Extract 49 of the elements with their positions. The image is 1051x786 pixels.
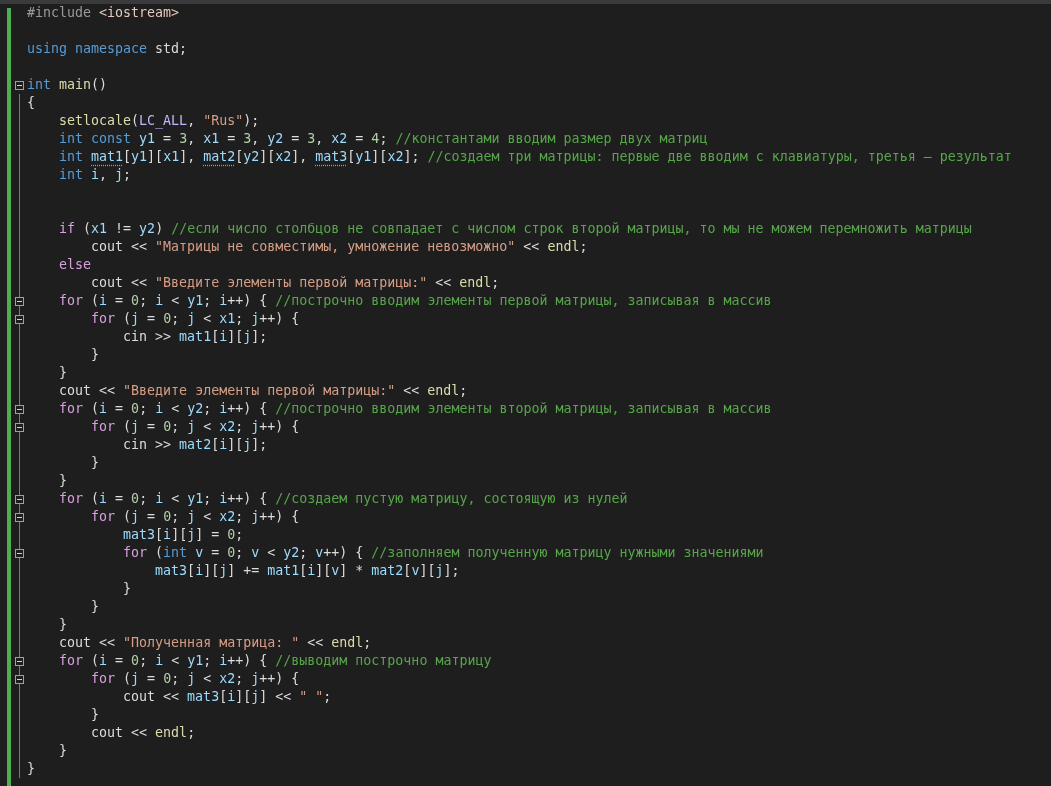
code-line: using namespace std; (27, 40, 188, 58)
code-line: } (90, 346, 100, 364)
code-line: for (i = 0; i < y1; i++) { //построчно вводим элементы первой матрицы, записывая в массив (58, 292, 772, 310)
code-line: cout << "Введите элементы первой матрицы:" << endl; (58, 382, 468, 400)
collapse-icon[interactable] (14, 422, 24, 432)
collapse-icon[interactable] (14, 314, 24, 324)
code-line: int i, j; (58, 166, 132, 184)
code-line: for (i = 0; i < y1; i++) { //выводим построчно матрицу (58, 652, 492, 670)
collapse-icon[interactable] (14, 296, 24, 306)
code-line: } (58, 616, 68, 634)
code-line: } (58, 742, 68, 760)
code-line: int const y1 = 3, x1 = 3, y2 = 3, x2 = 4; //константами вводим размер двух матриц (58, 130, 708, 148)
code-line: } (90, 454, 100, 472)
code-line: if (x1 != y2) //если число столбцов не совпадает с числом строк второй матрицы, то мы не можем перемножить матрицы (58, 220, 972, 238)
code-line: int main() (27, 76, 108, 94)
code-line: } (90, 706, 100, 724)
code-line: cout << "Матрицы не совместимы, умножение невозможно" << endl; (90, 238, 588, 256)
code-line: } (58, 364, 68, 382)
code-line: } (27, 760, 35, 778)
code-line: } (122, 580, 132, 598)
collapse-icon[interactable] (14, 674, 24, 684)
collapse-icon[interactable] (14, 494, 24, 504)
code-line: mat3[i][j] += mat1[i][v] * mat2[v][j]; (154, 562, 460, 580)
code-line: mat3[i][j] = 0; (122, 526, 244, 544)
collapse-icon[interactable] (14, 512, 24, 522)
code-line: for (int v = 0; v < y2; v++) { //заполняем полученную матрицу нужными значениями (122, 544, 764, 562)
code-line: #include <iostream> (27, 4, 180, 22)
code-line: for (j = 0; j < x1; j++) { (90, 310, 300, 328)
collapse-icon[interactable] (14, 548, 24, 558)
code-line: for (i = 0; i < y2; i++) { //построчно вводим элементы второй матрицы, записывая в массив (58, 400, 772, 418)
code-line: else (58, 256, 92, 274)
collapse-icon[interactable] (14, 80, 24, 90)
collapse-icon[interactable] (14, 656, 24, 666)
code-line: for (j = 0; j < x2; j++) { (90, 418, 300, 436)
code-line: cin >> mat1[i][j]; (122, 328, 268, 346)
code-line: cout << endl; (90, 724, 196, 742)
code-line: int mat1[y1][x1], mat2[y2][x2], mat3[y1][x2]; //создаем три матрицы: первые две вводим с клавиатуры, третья – результат (58, 148, 1012, 166)
code-line: for (j = 0; j < x2; j++) { (90, 670, 300, 688)
code-line: cin >> mat2[i][j]; (122, 436, 268, 454)
code-line: cout << mat3[i][j] << " "; (122, 688, 332, 706)
code-line: cout << "Полученная матрица: " << endl; (58, 634, 372, 652)
code-line: for (j = 0; j < x2; j++) { (90, 508, 300, 526)
code-line: cout << "Введите элементы первой матрицы:" << endl; (90, 274, 500, 292)
code-line: { (27, 94, 35, 112)
code-line: for (i = 0; i < y1; i++) { //создаем пустую матрицу, состоящую из нулей (58, 490, 628, 508)
code-line: setlocale(LC_ALL, "Rus"); (58, 112, 260, 130)
collapse-icon[interactable] (14, 404, 24, 414)
code-line: } (58, 472, 68, 490)
code-line: } (90, 598, 100, 616)
